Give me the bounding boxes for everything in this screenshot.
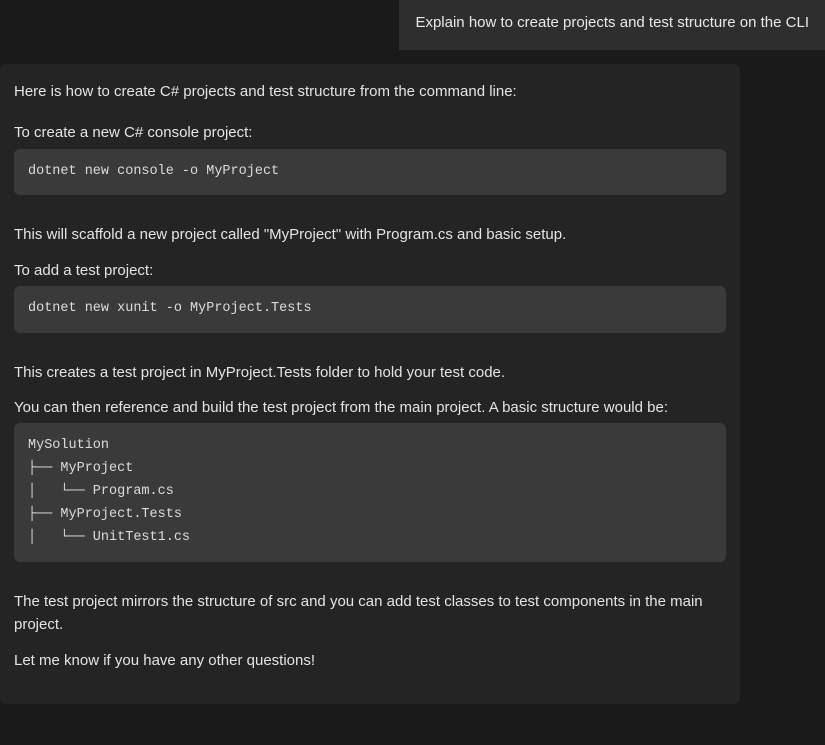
user-message: Explain how to create projects and test … <box>399 0 825 50</box>
response-intro: Here is how to create C# projects and te… <box>14 80 726 103</box>
mirror-note: The test project mirrors the structure o… <box>14 590 726 637</box>
user-message-text: Explain how to create projects and test … <box>415 14 809 31</box>
scaffold-note: This will scaffold a new project called … <box>14 223 726 246</box>
code-block-tree[interactable]: MySolution ├── MyProject │ └── Program.c… <box>14 423 726 562</box>
add-test-label: To add a test project: <box>14 259 726 282</box>
assistant-response: Here is how to create C# projects and te… <box>0 64 740 704</box>
test-folder-note: This creates a test project in MyProject… <box>14 361 726 384</box>
code-block-xunit[interactable]: dotnet new xunit -o MyProject.Tests <box>14 286 726 333</box>
structure-intro: You can then reference and build the tes… <box>14 396 726 419</box>
closing-note: Let me know if you have any other questi… <box>14 649 726 672</box>
code-block-console[interactable]: dotnet new console -o MyProject <box>14 149 726 196</box>
create-project-label: To create a new C# console project: <box>14 121 726 144</box>
chat-header: Explain how to create projects and test … <box>0 0 825 50</box>
